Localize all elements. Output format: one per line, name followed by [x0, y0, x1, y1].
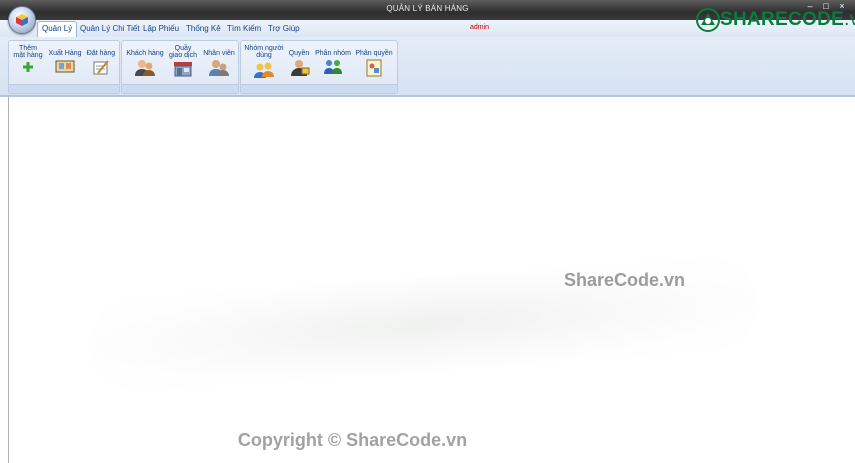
staff-label: Nhân viên [203, 50, 235, 57]
logo-emblem-icon [696, 8, 720, 32]
order-label: Đặt hàng [86, 50, 116, 57]
user-group-label: Nhóm người [244, 45, 284, 52]
watermark-center: ShareCode.vn [564, 270, 686, 290]
watermark-footer: Copyright © ShareCode.vn [0, 430, 855, 451]
tab-lap-phieu[interactable]: Lập Phiếu [139, 22, 183, 36]
tab-tim-kiem[interactable]: Tìm Kiếm [223, 22, 265, 36]
ribbon-panel: Thêm mặt hàng Xuất Hàng Đặt hàng Khách h… [0, 37, 855, 97]
group-footer [9, 84, 119, 93]
customers-icon [135, 60, 155, 76]
add-icon [23, 62, 33, 72]
assign-group-label: Phân nhóm [315, 50, 351, 57]
ribbon-group-partners: Khách hàng Quầy giao dịch Nhân viên [121, 40, 239, 94]
permission-icon [291, 60, 310, 76]
user-group-label-2: dùng [256, 52, 272, 59]
export-goods-label: Xuất Hàng [48, 50, 82, 57]
counter-icon [174, 62, 192, 77]
app-cube-icon [16, 14, 28, 26]
assign-permission-icon [366, 59, 382, 77]
main-content-area [8, 97, 848, 463]
export-goods-button[interactable]: Xuất Hàng [47, 50, 83, 73]
staff-icon [209, 60, 229, 76]
permission-button[interactable]: Quyền [286, 50, 312, 77]
tab-quan-ly-chi-tiet[interactable]: Quản Lý Chi Tiết [76, 22, 144, 36]
export-goods-icon [55, 60, 75, 73]
order-button[interactable]: Đặt hàng [85, 50, 117, 75]
counter-button[interactable]: Quầy giao dịch [166, 45, 200, 77]
sharecode-logo: SHARECODE.vn [696, 8, 855, 32]
logo-name: SHARECODE [720, 9, 845, 30]
add-item-label-2: mặt hàng [13, 52, 43, 59]
watermark-footer-text: Copyright © ShareCode.vn [237, 430, 468, 450]
counter-label-2: giao dịch [168, 52, 198, 59]
assign-permission-label: Phân quyền [355, 50, 393, 57]
logo-text: SHARECODE.vn [720, 9, 855, 31]
user-group-button[interactable]: Nhóm người dùng [243, 45, 285, 79]
customers-label: Khách hàng [126, 50, 164, 57]
customers-button[interactable]: Khách hàng [125, 50, 165, 77]
assign-permission-button[interactable]: Phân quyền [354, 50, 394, 77]
current-user: admin [470, 24, 490, 31]
application-menu-button[interactable] [8, 6, 36, 34]
permission-label: Quyền [288, 50, 310, 57]
tab-quan-ly[interactable]: Quản Lý [37, 21, 78, 38]
assign-group-button[interactable]: Phân nhóm [314, 50, 352, 75]
tab-tro-giup[interactable]: Trợ Giúp [264, 22, 304, 36]
staff-button[interactable]: Nhân viên [202, 50, 236, 77]
ribbon-group-goods: Thêm mặt hàng Xuất Hàng Đặt hàng [8, 40, 120, 94]
tab-thong-ke[interactable]: Thống Kê [182, 22, 225, 36]
group-footer [241, 84, 397, 93]
add-item-button[interactable]: Thêm mặt hàng [11, 45, 45, 73]
ribbon-group-security: Nhóm người dùng Quyền Phân nhóm Phân quy… [240, 40, 398, 94]
assign-group-icon [324, 60, 342, 74]
logo-suffix: .vn [844, 9, 855, 30]
order-icon [93, 60, 109, 75]
counter-label: Quầy [174, 45, 192, 52]
group-footer [122, 84, 238, 93]
user-group-icon [254, 62, 274, 78]
add-item-label: Thêm [19, 45, 37, 52]
